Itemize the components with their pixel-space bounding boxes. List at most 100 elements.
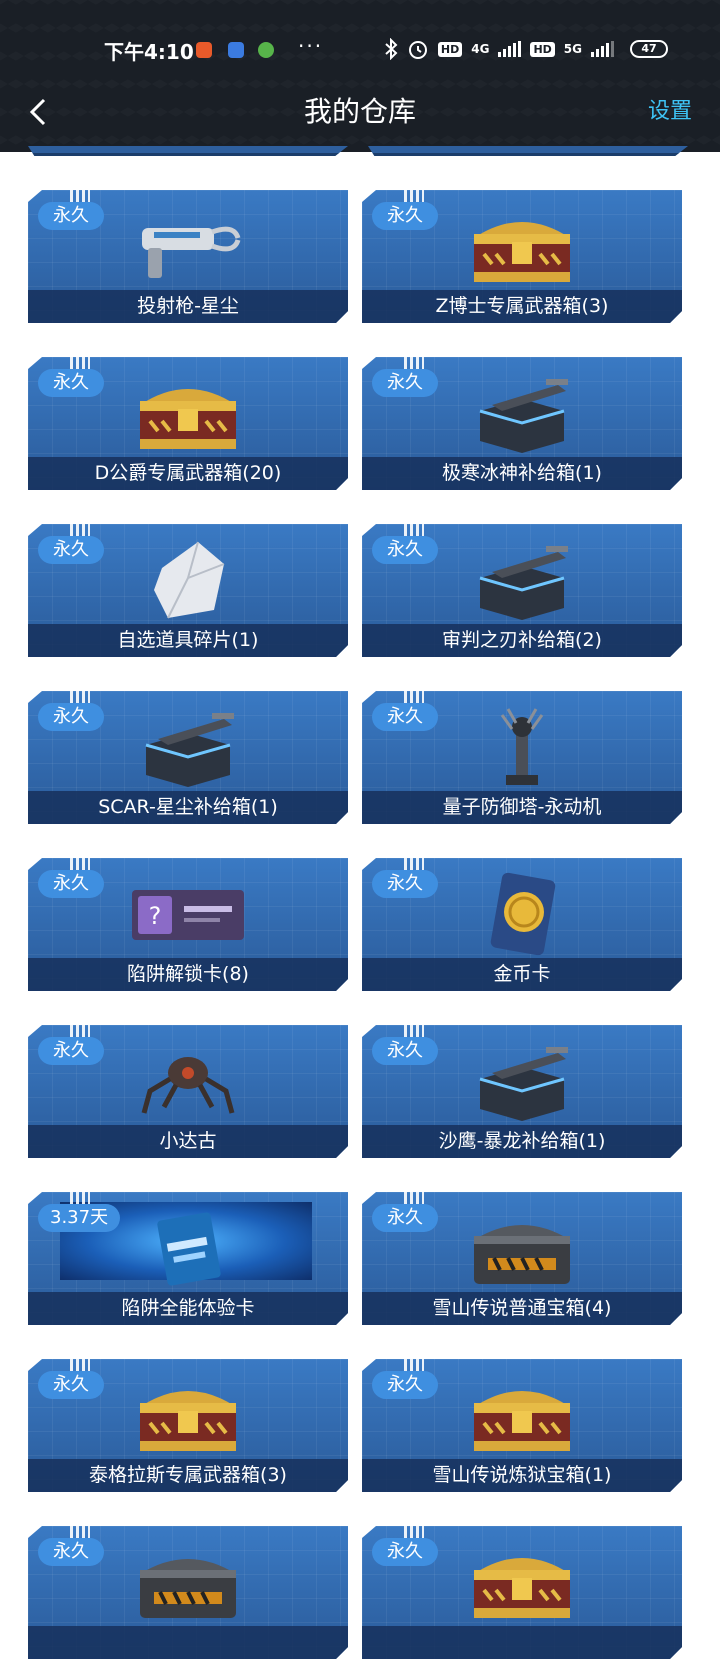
item-name: 泰格拉斯专属武器箱(3)	[28, 1459, 348, 1492]
supply-box-icon	[462, 371, 582, 455]
duration-badge: 永久	[38, 536, 104, 564]
duration-badge: 永久	[372, 1371, 438, 1399]
card-notch	[404, 357, 424, 369]
duration-badge: 永久	[372, 536, 438, 564]
item-name: SCAR-星尘补给箱(1)	[28, 791, 348, 824]
card-notch	[404, 1025, 424, 1037]
card-notch	[404, 524, 424, 536]
item-name: 自选道具碎片(1)	[28, 624, 348, 657]
inventory-item[interactable]: 永久小达古	[28, 1025, 348, 1158]
supply-box-icon	[462, 1039, 582, 1123]
status-icons: HD 4G HD 5G	[384, 38, 614, 60]
item-name: 沙鹰-暴龙补给箱(1)	[362, 1125, 682, 1158]
bluetooth-icon	[385, 38, 398, 60]
card-notch	[404, 1359, 424, 1371]
duration-badge: 永久	[372, 703, 438, 731]
item-name: D公爵专属武器箱(20)	[28, 457, 348, 490]
svg-text:?: ?	[149, 902, 162, 930]
inventory-item[interactable]: 永久 Z博士专属武器箱(3)	[362, 190, 682, 323]
inventory-item[interactable]: 永久投射枪-星尘	[28, 190, 348, 323]
gold-chest-icon	[462, 1373, 582, 1457]
page-title: 我的仓库	[303, 95, 416, 128]
card-notch	[404, 190, 424, 202]
duration-badge: 永久	[38, 870, 104, 898]
item-name	[362, 1626, 682, 1659]
item-name: 陷阱全能体验卡	[28, 1292, 348, 1325]
inventory-item[interactable]: 永久极寒冰神补给箱(1)	[362, 357, 682, 490]
notification-icon	[258, 42, 274, 58]
duration-badge: 3.37天	[38, 1204, 120, 1232]
duration-badge: 永久	[372, 1538, 438, 1566]
item-name: 量子防御塔-永动机	[362, 791, 682, 824]
network-type: 4G	[471, 42, 490, 56]
card-notch	[70, 1359, 90, 1371]
inventory-item[interactable]: 永久雪山传说炼狱宝箱(1)	[362, 1359, 682, 1492]
card-notch	[70, 1526, 90, 1538]
partial-card	[368, 146, 688, 156]
inventory-item[interactable]: 永久 SCAR-星尘补给箱(1)	[28, 691, 348, 824]
hd-badge: HD	[530, 41, 555, 57]
more-notifications: ···	[298, 34, 324, 58]
settings-button[interactable]: 设置	[648, 96, 692, 128]
duration-badge: 永久	[38, 1538, 104, 1566]
inventory-item[interactable]: ? 永久陷阱解锁卡(8)	[28, 858, 348, 991]
inventory-item[interactable]: 永久沙鹰-暴龙补给箱(1)	[362, 1025, 682, 1158]
network-type: 5G	[563, 42, 582, 56]
card-notch	[70, 524, 90, 536]
item-name	[28, 1626, 348, 1659]
duration-badge: 永久	[372, 870, 438, 898]
item-name: 投射枪-星尘	[28, 290, 348, 323]
duration-badge: 永久	[372, 369, 438, 397]
item-name: 小达古	[28, 1125, 348, 1158]
card-notch	[70, 357, 90, 369]
card-notch	[70, 190, 90, 202]
item-name: Z博士专属武器箱(3)	[362, 290, 682, 323]
duration-badge: 永久	[38, 1037, 104, 1065]
item-name: 金币卡	[362, 958, 682, 991]
notification-icon	[196, 42, 212, 58]
card-notch	[70, 691, 90, 703]
card-notch	[404, 1526, 424, 1538]
inventory-item[interactable]: 永久金币卡	[362, 858, 682, 991]
duration-badge: 永久	[372, 1037, 438, 1065]
crystal-shard-icon	[128, 538, 248, 622]
tower-icon	[462, 705, 582, 789]
inventory-item[interactable]: 永久审判之刃补给箱(2)	[362, 524, 682, 657]
inventory-item[interactable]: 永久	[362, 1526, 682, 1659]
card-notch	[70, 1025, 90, 1037]
duration-badge: 永久	[372, 1204, 438, 1232]
spider-robot-icon	[128, 1039, 248, 1123]
inventory-item[interactable]: 永久 泰格拉斯专属武器箱(3)	[28, 1359, 348, 1492]
gold-chest-icon	[462, 1540, 582, 1624]
inventory-item[interactable]: 永久 D公爵专属武器箱(20)	[28, 357, 348, 490]
gun-icon	[128, 204, 248, 288]
item-name: 雪山传说炼狱宝箱(1)	[362, 1459, 682, 1492]
notification-icon	[228, 42, 244, 58]
inventory-item[interactable]: 永久量子防御塔-永动机	[362, 691, 682, 824]
coin-card-icon	[462, 872, 582, 956]
card-notch	[70, 858, 90, 870]
trial-card-icon	[128, 1206, 248, 1290]
inventory-item[interactable]: 永久	[28, 1526, 348, 1659]
signal-icon	[498, 41, 522, 57]
duration-badge: 永久	[372, 202, 438, 230]
card-notch	[70, 1192, 90, 1204]
inventory-item[interactable]: 永久雪山传说普通宝箱(4)	[362, 1192, 682, 1325]
inventory-item[interactable]: 3.37天陷阱全能体验卡	[28, 1192, 348, 1325]
duration-badge: 永久	[38, 703, 104, 731]
supply-box-icon	[462, 538, 582, 622]
item-name: 极寒冰神补给箱(1)	[362, 457, 682, 490]
app-header: 下午4:10 ··· HD 4G HD 5G 47 我的仓库 设置	[0, 0, 720, 152]
gold-chest-icon	[128, 371, 248, 455]
inventory-item[interactable]: 永久自选道具碎片(1)	[28, 524, 348, 657]
duration-badge: 永久	[38, 369, 104, 397]
iron-chest-icon	[462, 1206, 582, 1290]
status-bar: 下午4:10 ··· HD 4G HD 5G 47	[0, 30, 720, 70]
iron-chest-icon	[128, 1540, 248, 1624]
item-name: 陷阱解锁卡(8)	[28, 958, 348, 991]
item-name: 雪山传说普通宝箱(4)	[362, 1292, 682, 1325]
gold-chest-icon	[128, 1373, 248, 1457]
unlock-card-icon: ?	[128, 872, 248, 956]
item-name: 审判之刃补给箱(2)	[362, 624, 682, 657]
duration-badge: 永久	[38, 202, 104, 230]
